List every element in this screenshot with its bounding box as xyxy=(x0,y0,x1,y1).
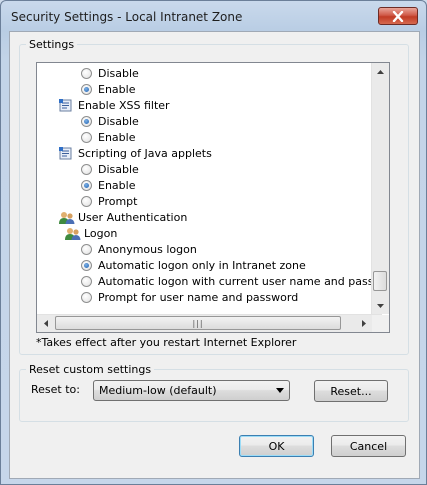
row-label: Automatic logon with current user name a… xyxy=(98,274,390,288)
close-icon xyxy=(392,11,404,22)
restart-note: *Takes effect after you restart Internet… xyxy=(36,336,297,349)
option-radio-row[interactable]: Disable xyxy=(81,113,139,129)
title-bar: Security Settings - Local Intranet Zone xyxy=(1,1,426,31)
row-label: Enable XSS filter xyxy=(78,98,170,112)
settings-group-title: Settings xyxy=(26,38,78,51)
radio-button[interactable] xyxy=(81,131,92,143)
reset-button[interactable]: Reset... xyxy=(314,380,388,402)
reset-level-value: Medium-low (default) xyxy=(99,384,217,397)
chevron-down-icon xyxy=(377,303,384,308)
scroll-down-button[interactable] xyxy=(372,297,389,314)
setting-category: User Authentication xyxy=(59,209,187,225)
cancel-button[interactable]: Cancel xyxy=(331,435,406,457)
row-label: Logon xyxy=(84,226,118,240)
grip-icon: ||| xyxy=(192,318,204,328)
setting-category: Scripting of Java applets xyxy=(59,145,212,161)
option-radio-row[interactable]: Disable xyxy=(81,65,139,81)
option-radio-row[interactable]: Enable xyxy=(81,81,135,97)
option-radio-row[interactable]: Automatic logon only in Intranet zone xyxy=(81,257,306,273)
scroll-right-button[interactable] xyxy=(355,315,372,332)
window-title: Security Settings - Local Intranet Zone xyxy=(11,10,243,24)
radio-button[interactable] xyxy=(81,195,92,207)
radio-button[interactable] xyxy=(81,83,92,95)
scrollbar-corner xyxy=(372,315,389,332)
settings-list[interactable]: Disable Enable Enable XSS filter Disable Ena… xyxy=(36,62,390,333)
reset-to-label: Reset to: xyxy=(31,383,80,396)
option-radio-row[interactable]: Enable xyxy=(81,177,135,193)
radio-button[interactable] xyxy=(81,67,92,79)
radio-button[interactable] xyxy=(81,259,92,271)
radio-button[interactable] xyxy=(81,115,92,127)
users-icon xyxy=(59,211,75,224)
setting-icon xyxy=(59,98,73,112)
setting-category: Enable XSS filter xyxy=(59,97,170,113)
radio-button[interactable] xyxy=(81,179,92,191)
users-icon xyxy=(65,227,81,240)
option-radio-row[interactable]: Automatic logon with current user name a… xyxy=(81,273,390,289)
radio-button[interactable] xyxy=(81,243,92,255)
reset-level-select[interactable]: Medium-low (default) xyxy=(93,380,290,401)
row-label: Disable xyxy=(98,162,139,176)
chevron-down-icon xyxy=(276,388,284,393)
horizontal-scrollbar[interactable]: ||| xyxy=(37,314,382,332)
row-label: Prompt for user name and password xyxy=(98,290,299,304)
dialog-body: Settings Disable Enable Enable XSS filter D… xyxy=(9,31,420,479)
row-label: Enable xyxy=(98,130,136,144)
scroll-up-button[interactable] xyxy=(372,63,389,80)
row-label: Anonymous logon xyxy=(98,242,197,256)
chevron-up-icon xyxy=(377,69,384,74)
ok-button[interactable]: OK xyxy=(239,435,314,457)
row-label: Automatic logon only in Intranet zone xyxy=(98,258,306,272)
close-button[interactable] xyxy=(378,7,418,25)
row-label: Prompt xyxy=(98,194,138,208)
radio-button[interactable] xyxy=(81,291,92,303)
vertical-scroll-thumb[interactable] xyxy=(373,271,387,291)
chevron-right-icon xyxy=(361,320,366,327)
row-label: Disable xyxy=(98,114,139,128)
row-label: Enable xyxy=(98,178,136,192)
row-label: Scripting of Java applets xyxy=(78,146,212,160)
row-label: Enable xyxy=(98,82,136,96)
option-radio-row[interactable]: Prompt xyxy=(81,193,137,209)
setting-subcategory: Logon xyxy=(65,225,117,241)
reset-group-title: Reset custom settings xyxy=(26,363,155,376)
option-radio-row[interactable]: Prompt for user name and password xyxy=(81,289,298,305)
security-settings-dialog: Security Settings - Local Intranet Zone … xyxy=(0,0,427,485)
vertical-scrollbar[interactable] xyxy=(371,63,389,314)
scroll-left-button[interactable] xyxy=(37,315,54,332)
chevron-left-icon xyxy=(43,320,48,327)
horizontal-scroll-thumb[interactable]: ||| xyxy=(55,316,341,330)
option-radio-row[interactable]: Anonymous logon xyxy=(81,241,197,257)
option-radio-row[interactable]: Enable xyxy=(81,129,135,145)
setting-icon xyxy=(59,146,73,160)
row-label: User Authentication xyxy=(78,210,188,224)
radio-button[interactable] xyxy=(81,163,92,175)
row-label: Disable xyxy=(98,66,139,80)
radio-button[interactable] xyxy=(81,275,92,287)
option-radio-row[interactable]: Disable xyxy=(81,161,139,177)
